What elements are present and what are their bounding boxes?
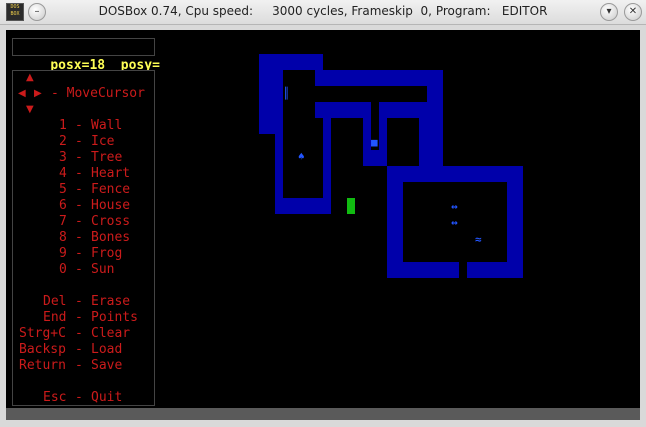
action-label: Heart bbox=[91, 166, 131, 181]
action-label: House bbox=[91, 198, 131, 213]
separator: - bbox=[75, 294, 83, 309]
separator: - bbox=[75, 182, 83, 197]
close-button[interactable]: ✕ bbox=[624, 3, 642, 21]
key-label: Backsp bbox=[19, 342, 66, 357]
key-label: 2 bbox=[59, 134, 67, 149]
action-label: Load bbox=[91, 342, 123, 357]
level-editor-canvas[interactable]: ║ ♠ ■ ↔ ↔ ≈ bbox=[163, 38, 635, 408]
wall-segment bbox=[387, 262, 459, 278]
separator: - bbox=[75, 310, 83, 325]
action-label: Clear bbox=[91, 326, 131, 341]
key-label: Strg+C bbox=[19, 326, 66, 341]
key-label: Esc bbox=[43, 390, 67, 405]
arrow-right-icon: ▶ bbox=[34, 88, 42, 99]
separator: - bbox=[75, 198, 83, 213]
separator: - bbox=[75, 390, 83, 405]
separator: - bbox=[75, 262, 83, 277]
action-label: Erase bbox=[91, 294, 131, 309]
separator: - bbox=[75, 166, 83, 181]
house-tile: ■ bbox=[371, 136, 378, 149]
arrow-down-icon: ▼ bbox=[26, 104, 34, 115]
window-title: DOSBox 0.74, Cpu speed: 3000 cycles, Fra… bbox=[98, 4, 548, 18]
key-label: 7 bbox=[59, 214, 67, 229]
editor-cursor bbox=[347, 198, 355, 214]
frog-tile: ≈ bbox=[475, 233, 482, 246]
action-label: Cross bbox=[91, 214, 131, 229]
key-label: 8 bbox=[59, 230, 67, 245]
action-label: Sun bbox=[91, 262, 115, 277]
close-icon: ✕ bbox=[628, 6, 638, 17]
key-label: 4 bbox=[59, 166, 67, 181]
arrow-up-icon: ▲ bbox=[26, 72, 34, 83]
separator: - bbox=[75, 214, 83, 229]
key-label: Del bbox=[43, 294, 67, 309]
action-label: Quit bbox=[91, 390, 123, 405]
action-label: Wall bbox=[91, 118, 123, 133]
bones-tile: ↔ bbox=[451, 200, 458, 213]
separator: - bbox=[75, 134, 83, 149]
bones-tile: ↔ bbox=[451, 216, 458, 229]
key-label: 3 bbox=[59, 150, 67, 165]
title-bar[interactable]: DOS BOX – DOSBox 0.74, Cpu speed: 3000 c… bbox=[0, 0, 646, 25]
action-label: Tree bbox=[91, 150, 123, 165]
separator: - bbox=[75, 342, 83, 357]
action-label: Bones bbox=[91, 230, 131, 245]
key-label: 1 bbox=[59, 118, 67, 133]
key-label: 0 bbox=[59, 262, 67, 277]
action-label: Points bbox=[91, 310, 138, 325]
wall-segment bbox=[363, 102, 371, 150]
separator: - bbox=[75, 358, 83, 373]
fence-tile: ║ bbox=[283, 87, 290, 100]
separator: - bbox=[75, 326, 83, 341]
key-label: End bbox=[43, 310, 67, 325]
dosbox-window: DOS BOX – DOSBox 0.74, Cpu speed: 3000 c… bbox=[0, 0, 646, 427]
key-label: 9 bbox=[59, 246, 67, 261]
wall-segment bbox=[323, 102, 331, 214]
tree-tile: ♠ bbox=[298, 150, 305, 163]
action-label: Fence bbox=[91, 182, 131, 197]
action-label: Ice bbox=[91, 134, 115, 149]
separator: - bbox=[75, 246, 83, 261]
key-label: Return bbox=[19, 358, 66, 373]
action-label: Save bbox=[91, 358, 123, 373]
wall-segment bbox=[467, 262, 523, 278]
move-cursor-label: - MoveCursor bbox=[51, 86, 145, 101]
separator: - bbox=[75, 230, 83, 245]
key-label: 6 bbox=[59, 198, 67, 213]
separator: - bbox=[75, 150, 83, 165]
arrow-left-icon: ◀ bbox=[18, 88, 26, 99]
key-label: 5 bbox=[59, 182, 67, 197]
wall-segment bbox=[315, 70, 443, 86]
wall-segment bbox=[363, 150, 387, 166]
maximize-button[interactable]: ▾ bbox=[600, 3, 618, 21]
separator: - bbox=[75, 118, 83, 133]
maximize-icon: ▾ bbox=[606, 6, 612, 17]
action-label: Frog bbox=[91, 246, 123, 261]
screen-bottom-strip bbox=[6, 408, 640, 420]
position-status: posx=18 posy= B bbox=[12, 38, 176, 73]
